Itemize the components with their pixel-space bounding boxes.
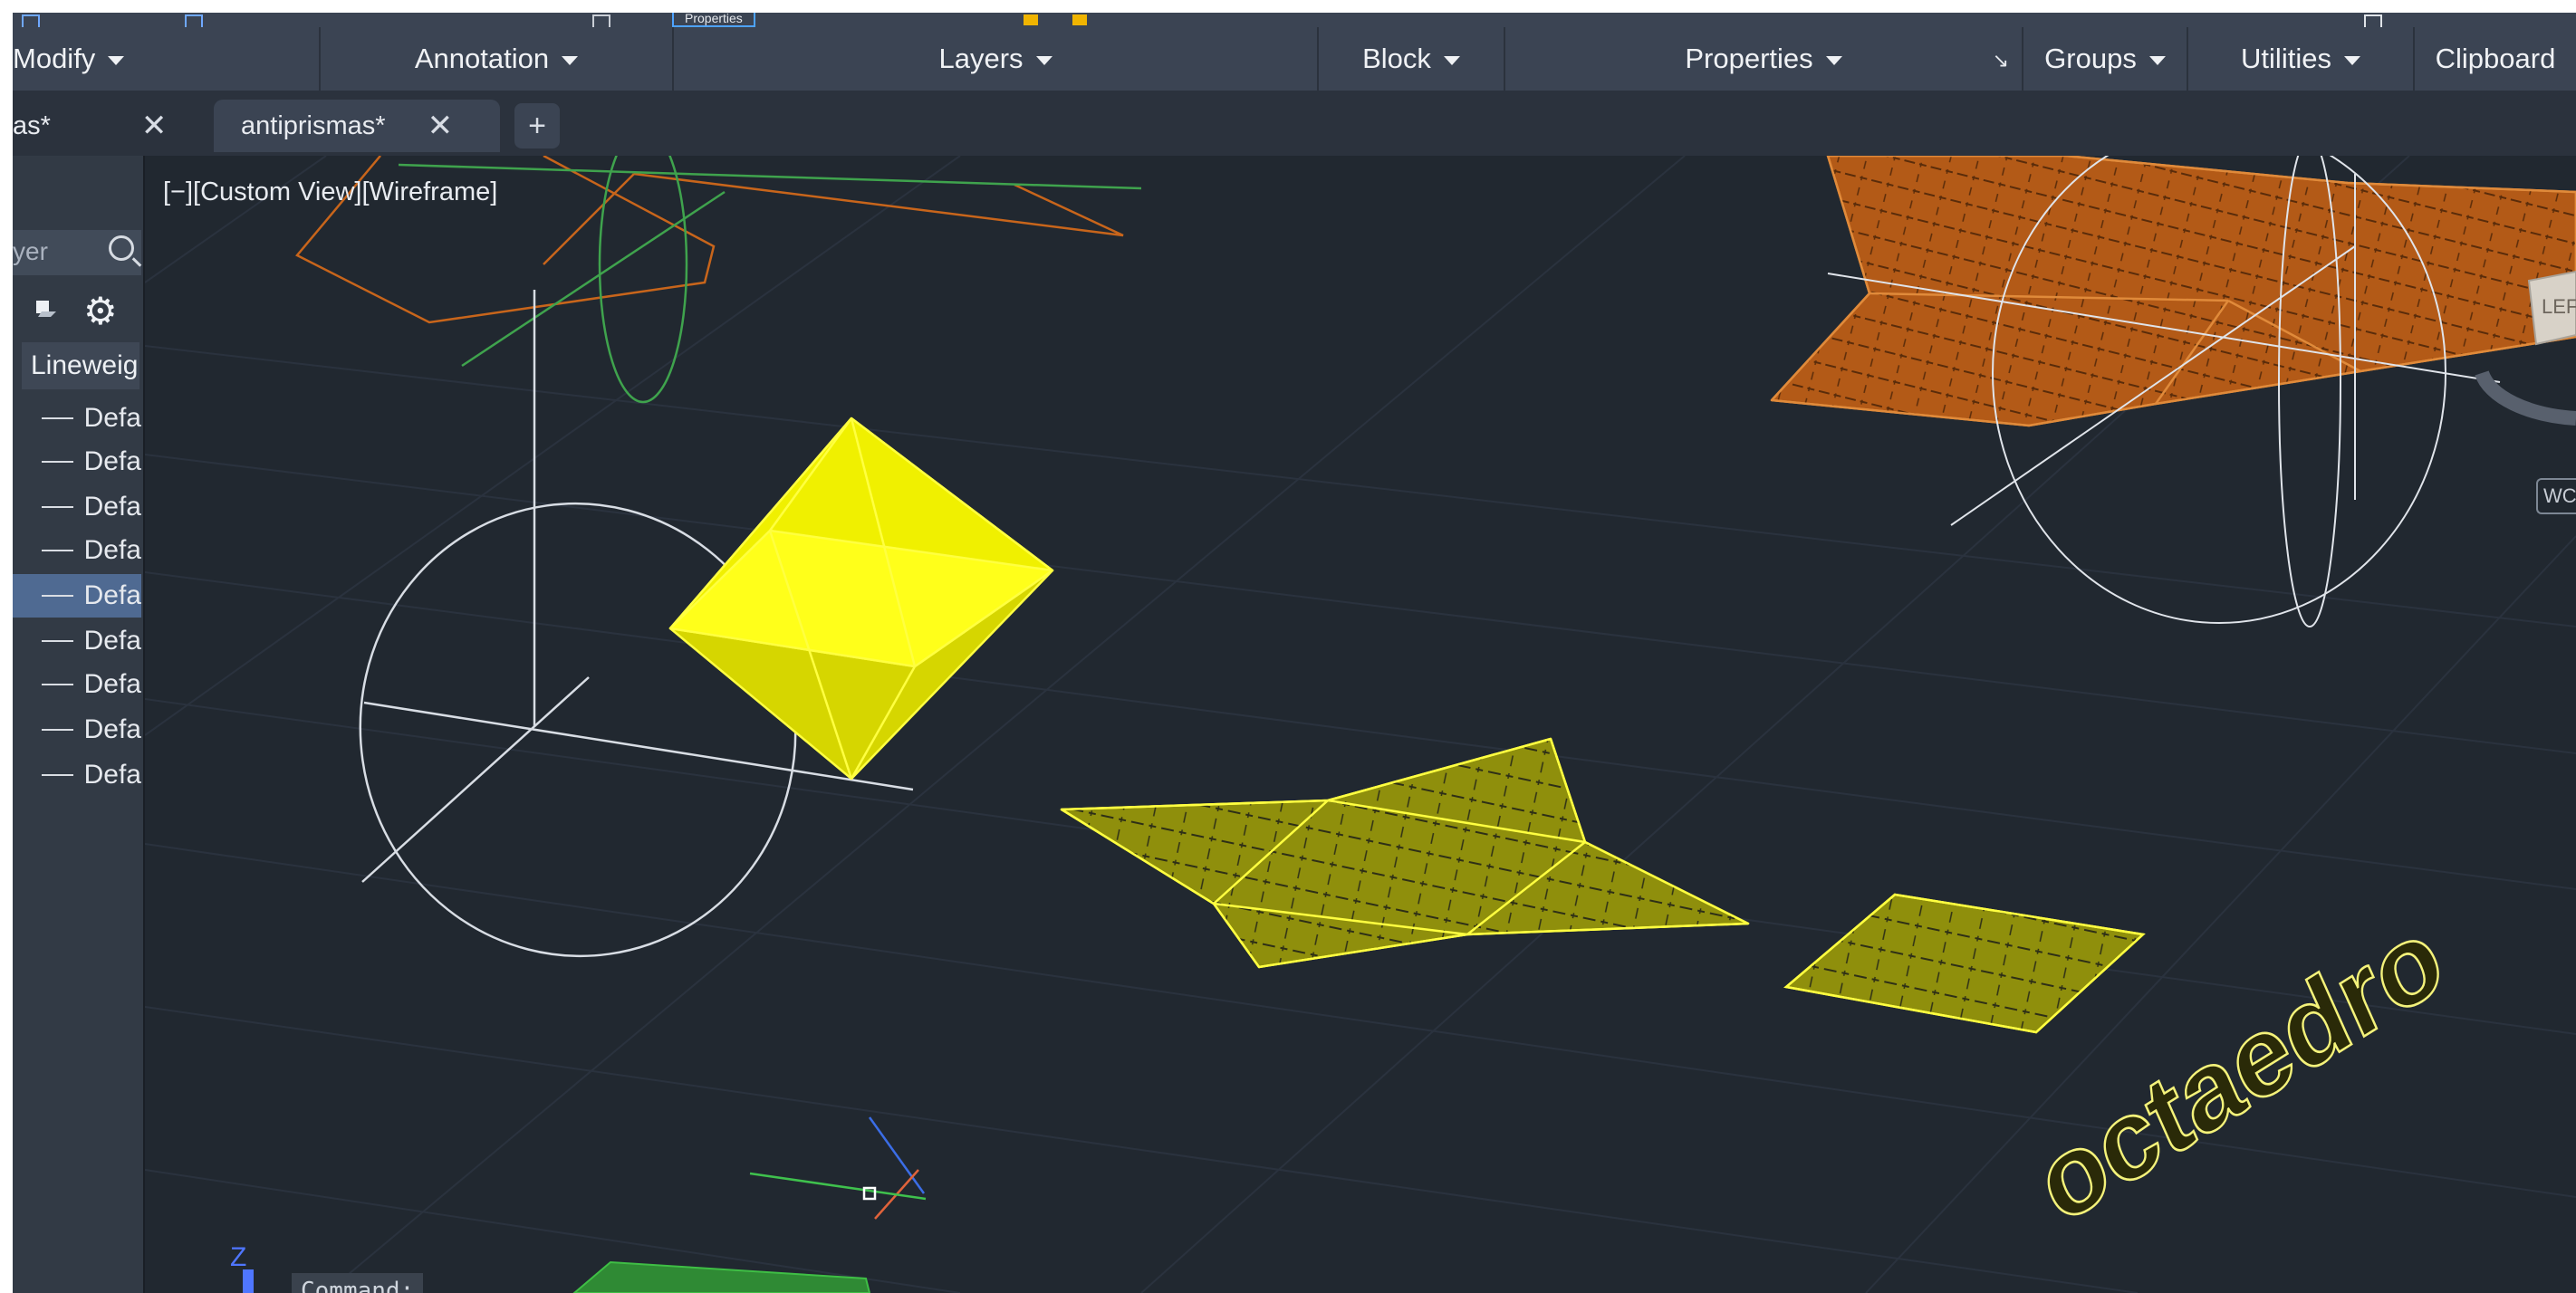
panel-label: Groups <box>2044 43 2137 74</box>
lineweight-value: Defa <box>83 626 141 656</box>
chevron-down-icon <box>108 56 125 65</box>
close-icon[interactable]: ✕ <box>428 108 454 144</box>
dialog-launcher-icon[interactable]: ↘ <box>1993 49 2009 72</box>
tab-label: antiprismas* <box>241 110 386 140</box>
gear-icon[interactable]: ⚙ <box>83 292 118 330</box>
green-face <box>572 1260 871 1293</box>
panel-layers[interactable]: Layers <box>674 27 1319 91</box>
tab-label: as* <box>13 110 51 140</box>
tool-icon[interactable] <box>1024 14 1038 25</box>
yellow-square-face <box>1783 893 2146 1034</box>
lineweight-value: Defa <box>83 714 141 744</box>
lineweight-value: Defa <box>83 535 141 565</box>
autocad-window: Properties Modify Annotation Layers Bloc… <box>13 13 2576 1293</box>
lineweight-column-header[interactable]: Lineweig <box>22 342 139 389</box>
chevron-down-icon <box>562 56 579 65</box>
drawing-canvas[interactable]: octaedro Z <box>145 156 2576 1293</box>
panel-label: Block <box>1362 43 1431 74</box>
lineweight-sample <box>42 640 73 642</box>
lineweight-sample <box>42 774 73 776</box>
lineweight-value: Defa <box>83 403 141 433</box>
chevron-down-icon <box>2148 56 2166 65</box>
new-tab-button[interactable]: + <box>514 103 560 148</box>
panel-label: Properties <box>1685 43 1813 74</box>
close-icon[interactable]: ✕ <box>141 108 168 144</box>
ribbon-tools-row: Properties <box>13 13 2576 29</box>
layer-properties-palette: yer ⚙ Lineweig Defa Defa Defa Defa Defa … <box>13 156 145 1293</box>
viewcube-shape[interactable]: LEF <box>2520 263 2576 353</box>
ucs-z-label: Z <box>230 1242 246 1272</box>
lineweight-value: Defa <box>83 580 141 610</box>
panel-properties[interactable]: Properties ↘ <box>1505 27 2023 91</box>
panel-clipboard[interactable]: Clipboard <box>2415 27 2576 91</box>
lineweight-value: Defa <box>83 760 141 790</box>
command-line[interactable]: Command: <box>292 1273 424 1293</box>
layer-row[interactable]: Defa <box>13 485 141 529</box>
properties-chip[interactable]: Properties <box>672 13 755 27</box>
search-icon[interactable] <box>109 235 134 261</box>
tab-file-1[interactable]: as* ✕ <box>13 100 214 152</box>
layer-states-icon[interactable] <box>34 299 58 319</box>
lineweight-sample <box>42 506 73 508</box>
chevron-down-icon <box>2343 56 2360 65</box>
tab-antiprismas[interactable]: antiprismas* ✕ <box>214 100 500 152</box>
panel-label: Annotation <box>414 43 550 74</box>
search-layer-input[interactable]: yer <box>13 230 141 275</box>
palette-toolbar: ⚙ <box>24 292 132 330</box>
lineweight-sample <box>42 729 73 731</box>
layer-row[interactable]: Defa <box>13 708 141 752</box>
lineweight-value: Defa <box>83 492 141 522</box>
layer-row[interactable]: Defa <box>13 397 141 440</box>
viewport-controls-label[interactable]: [−][Custom View][Wireframe] <box>163 177 497 207</box>
chevron-down-icon <box>1825 56 1842 65</box>
lineweight-sample <box>42 417 73 419</box>
viewcube[interactable]: LEF <box>2520 263 2576 353</box>
chevron-down-icon <box>1443 56 1460 65</box>
panel-label: Modify <box>13 43 96 74</box>
yellow-octahedron <box>668 417 1054 781</box>
chevron-down-icon <box>1035 56 1053 65</box>
file-tabs: as* ✕ antiprismas* ✕ + <box>13 91 2576 156</box>
search-text: yer <box>13 237 48 265</box>
panel-label: Layers <box>938 43 1024 74</box>
panel-label: Clipboard <box>2435 43 2556 74</box>
lineweight-sample <box>42 595 73 597</box>
crosshair-cursor <box>749 1116 927 1220</box>
tool-icon[interactable] <box>1072 14 1087 25</box>
layer-row[interactable]: Defa <box>13 529 141 572</box>
panel-modify[interactable]: Modify <box>13 27 321 91</box>
yellow-net-star <box>1060 737 1750 969</box>
layer-row-selected[interactable]: Defa <box>13 574 141 618</box>
lineweight-value: Defa <box>83 446 141 476</box>
panel-label: Utilities <box>2241 43 2331 74</box>
lineweight-value: Defa <box>83 669 141 699</box>
lineweight-sample <box>42 684 73 685</box>
lineweight-sample <box>42 550 73 551</box>
viewcube-face-label: LEF <box>2542 295 2576 318</box>
panel-utilities[interactable]: Utilities <box>2188 27 2415 91</box>
layer-row[interactable]: Defa <box>13 663 141 706</box>
layer-row[interactable]: Defa <box>13 619 141 663</box>
viewcube-compass <box>2475 370 2576 426</box>
ribbon-panel-bar: Modify Annotation Layers Block Propertie… <box>13 27 2576 91</box>
layer-row[interactable]: Defa <box>13 753 141 797</box>
panel-groups[interactable]: Groups <box>2023 27 2188 91</box>
ucs-icon: Z <box>230 1242 254 1293</box>
wcs-menu-button[interactable]: WC <box>2536 478 2576 514</box>
drawing-viewport[interactable]: octaedro Z [−][Custom View][Wireframe] L… <box>145 156 2576 1293</box>
panel-annotation[interactable]: Annotation <box>321 27 674 91</box>
lineweight-sample <box>42 461 73 463</box>
panel-block[interactable]: Block <box>1319 27 1505 91</box>
layer-row[interactable]: Defa <box>13 440 141 484</box>
orange-net <box>1770 156 2576 427</box>
ribbon-icons: Properties <box>13 13 2576 29</box>
